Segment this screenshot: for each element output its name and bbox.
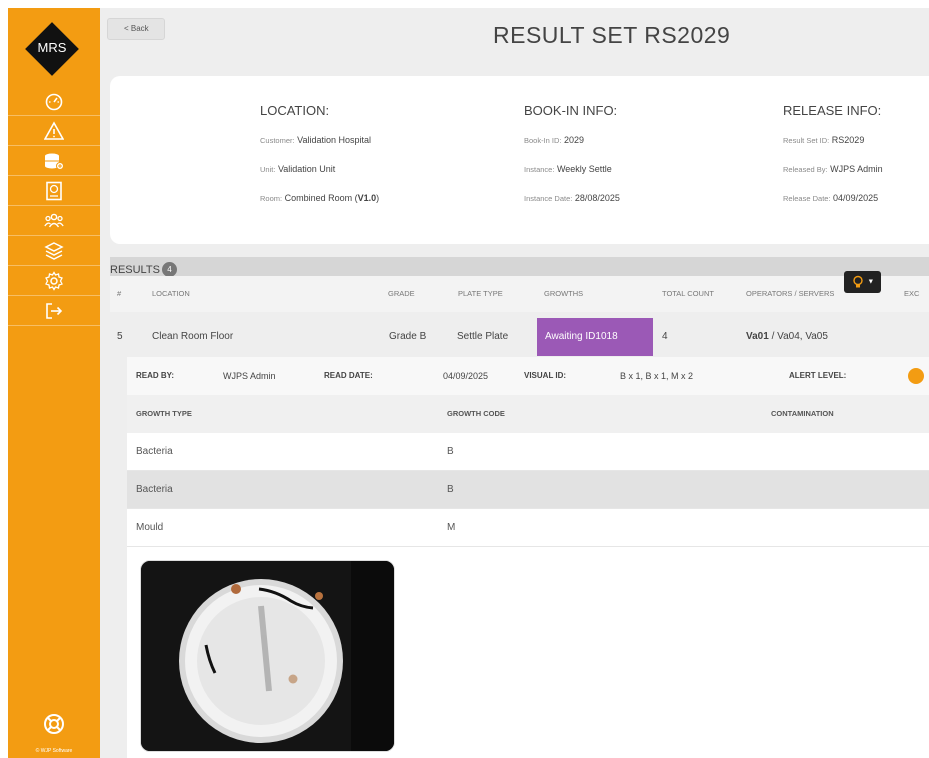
col-location: LOCATION <box>152 289 190 298</box>
logout-icon <box>46 302 63 319</box>
row-operators: Va01 / Va04, Va05 <box>746 318 828 356</box>
room-label: Room: <box>260 194 283 203</box>
growth-code: M <box>447 522 456 533</box>
release-section: RELEASE INFO: Result Set ID: RS2029 Rele… <box>783 103 883 222</box>
bookin-section: BOOK-IN INFO: Book-In ID: 2029 Instance:… <box>524 103 620 222</box>
warning-icon <box>44 120 64 140</box>
growth-row: Mould M <box>127 509 929 547</box>
database-add-icon <box>45 153 64 170</box>
info-card: LOCATION: Customer: Validation Hospital … <box>110 76 929 244</box>
result-set-value: RS2029 <box>831 135 865 145</box>
sidebar: MRS © WJP Software <box>8 8 100 758</box>
chevron-down-icon: ▼ <box>867 278 875 286</box>
customer-label: Customer: <box>260 136 295 145</box>
row-plate-type: Settle Plate <box>457 331 509 342</box>
growth-table-header: GROWTH TYPE GROWTH CODE CONTAMINATION <box>127 395 929 433</box>
page-title: RESULT SET RS2029 <box>493 22 731 48</box>
bookin-id-value: 2029 <box>564 135 585 145</box>
alert-level-indicator <box>908 368 924 384</box>
contamination-header: CONTAMINATION <box>771 409 834 418</box>
unit-label: Unit: <box>260 165 276 174</box>
logo[interactable]: MRS <box>25 22 79 76</box>
sidebar-item-dashboard[interactable] <box>8 86 100 116</box>
back-button[interactable]: < Back <box>107 18 165 40</box>
row-growths-status[interactable]: Awaiting ID1018 <box>537 318 653 356</box>
sidebar-item-passport[interactable] <box>8 176 100 206</box>
release-heading: RELEASE INFO: <box>783 103 882 118</box>
results-table-header: # LOCATION GRADE PLATE TYPE GROWTHS TOTA… <box>110 276 929 312</box>
growth-row: Bacteria B <box>127 471 929 509</box>
instance-value: Weekly Settle <box>556 164 612 174</box>
sidebar-item-settings[interactable] <box>8 266 100 296</box>
col-plate-type: PLATE TYPE <box>458 289 503 298</box>
col-operators: OPERATORS / SERVERS <box>746 289 835 298</box>
release-date-value: 04/09/2025 <box>833 193 879 203</box>
visual-id-label: VISUAL ID: <box>524 371 567 380</box>
col-grade: GRADE <box>388 289 415 298</box>
room-version: V1.0 <box>357 193 377 203</box>
instance-label: Instance: <box>524 165 555 174</box>
sidebar-item-layers[interactable] <box>8 236 100 266</box>
location-heading: LOCATION: <box>260 103 330 118</box>
lifebuoy-icon[interactable] <box>42 712 66 736</box>
sidebar-item-users[interactable] <box>8 206 100 236</box>
passport-icon <box>46 181 62 200</box>
alert-level-label: ALERT LEVEL: <box>789 371 847 380</box>
tips-dropdown-button[interactable]: ▼ <box>844 271 881 293</box>
gear-icon <box>45 270 63 291</box>
table-row[interactable]: 5 Clean Room Floor Grade B Settle Plate … <box>110 318 929 356</box>
growth-type: Bacteria <box>136 446 173 457</box>
row-operator-rest: / Va04, Va05 <box>768 331 828 342</box>
read-date-value: 04/09/2025 <box>443 371 489 381</box>
read-by-value: WJPS Admin <box>223 371 276 381</box>
location-section: LOCATION: Customer: Validation Hospital … <box>260 103 379 222</box>
result-set-label: Result Set ID: <box>783 136 830 145</box>
row-total-count: 4 <box>662 331 668 342</box>
row-grade: Grade B <box>389 331 427 342</box>
growth-type: Bacteria <box>136 484 173 495</box>
row-num: 5 <box>117 331 123 342</box>
users-icon <box>44 213 64 227</box>
read-by-label: READ BY: <box>136 371 175 380</box>
row-location: Clean Room Floor <box>152 331 234 342</box>
instance-date-label: Instance Date: <box>524 194 573 203</box>
results-count-badge: 4 <box>161 262 177 277</box>
growth-type-header: GROWTH TYPE <box>136 409 192 418</box>
layers-icon <box>44 241 64 260</box>
col-exc: EXC <box>904 289 920 298</box>
col-total-count: TOTAL COUNT <box>662 289 714 298</box>
released-by-value: WJPS Admin <box>830 164 883 174</box>
released-by-label: Released By: <box>783 165 828 174</box>
room-close: ) <box>376 193 380 203</box>
sidebar-item-bookin[interactable] <box>8 146 100 176</box>
sidebar-item-alerts[interactable] <box>8 116 100 146</box>
results-label: RESULTS <box>110 264 160 276</box>
customer-value: Validation Hospital <box>297 135 371 145</box>
instance-date-value: 28/08/2025 <box>574 193 620 203</box>
col-growths: GROWTHS <box>544 289 584 298</box>
growth-code: B <box>447 484 454 495</box>
logo-text: MRS <box>37 40 67 55</box>
lightbulb-icon <box>852 275 863 288</box>
copyright: © WJP Software <box>35 748 73 754</box>
growth-type: Mould <box>136 522 164 533</box>
sidebar-item-logout[interactable] <box>8 296 100 326</box>
growth-code: B <box>447 446 454 457</box>
room-value: Combined Room ( <box>284 193 358 203</box>
row-operator-main: Va01 <box>746 331 769 342</box>
bookin-heading: BOOK-IN INFO: <box>524 103 618 118</box>
col-num: # <box>117 289 122 298</box>
growth-code-header: GROWTH CODE <box>447 409 505 418</box>
read-info-row: READ BY: WJPS Admin READ DATE: 04/09/202… <box>127 357 929 395</box>
unit-value: Validation Unit <box>277 164 336 174</box>
visual-id-value: B x 1, B x 1, M x 2 <box>620 371 694 381</box>
release-date-label: Release Date: <box>783 194 831 203</box>
read-date-label: READ DATE: <box>324 371 373 380</box>
detail-panel: READ BY: WJPS Admin READ DATE: 04/09/202… <box>127 357 929 758</box>
speedometer-icon <box>45 93 63 110</box>
bookin-id-label: Book-In ID: <box>524 136 562 145</box>
growth-row: Bacteria B <box>127 433 929 471</box>
plate-photo[interactable] <box>140 560 395 752</box>
